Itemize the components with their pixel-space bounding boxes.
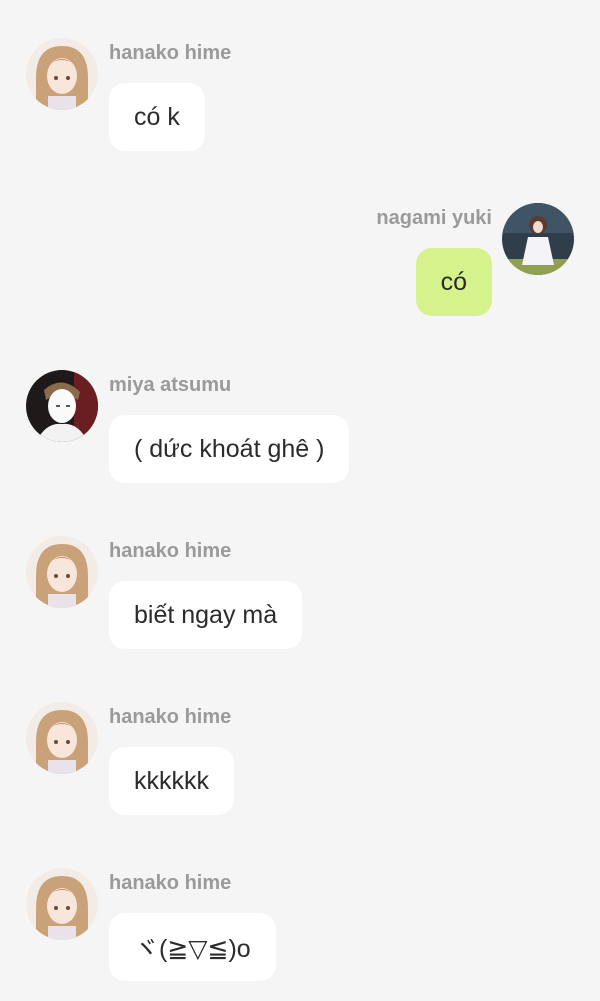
sender-name: nagami yuki xyxy=(376,207,492,229)
girl-avatar-icon[interactable] xyxy=(26,38,98,110)
message-text: có k xyxy=(134,102,180,131)
girl-dress-avatar-icon[interactable] xyxy=(502,203,574,275)
sender-name: miya atsumu xyxy=(109,374,232,396)
message-text: biết ngay mà xyxy=(134,600,278,629)
girl-avatar-icon[interactable] xyxy=(26,536,98,608)
message-bubble[interactable]: ヾ(≧▽≦)o xyxy=(109,913,276,981)
girl-avatar-icon[interactable] xyxy=(26,702,98,774)
message-text: ( dức khoát ghê ) xyxy=(134,434,325,463)
message-bubble[interactable]: có k xyxy=(109,83,205,151)
sender-name: hanako hime xyxy=(109,540,232,562)
message-bubble[interactable]: có xyxy=(415,248,492,316)
message-bubble[interactable]: kkkkkk xyxy=(109,747,234,815)
girl-avatar-icon[interactable] xyxy=(26,868,98,940)
message-text: có xyxy=(440,267,467,296)
sender-name: hanako hime xyxy=(109,706,232,728)
sender-name: hanako hime xyxy=(109,42,232,64)
message-bubble[interactable]: biết ngay mà xyxy=(109,581,303,649)
boy-sketch-avatar-icon[interactable] xyxy=(26,370,98,442)
sender-name: hanako hime xyxy=(109,872,232,894)
message-bubble[interactable]: ( dức khoát ghê ) xyxy=(109,415,350,483)
message-text: kkkkkk xyxy=(134,766,209,795)
message-text: ヾ(≧▽≦)o xyxy=(134,935,251,963)
